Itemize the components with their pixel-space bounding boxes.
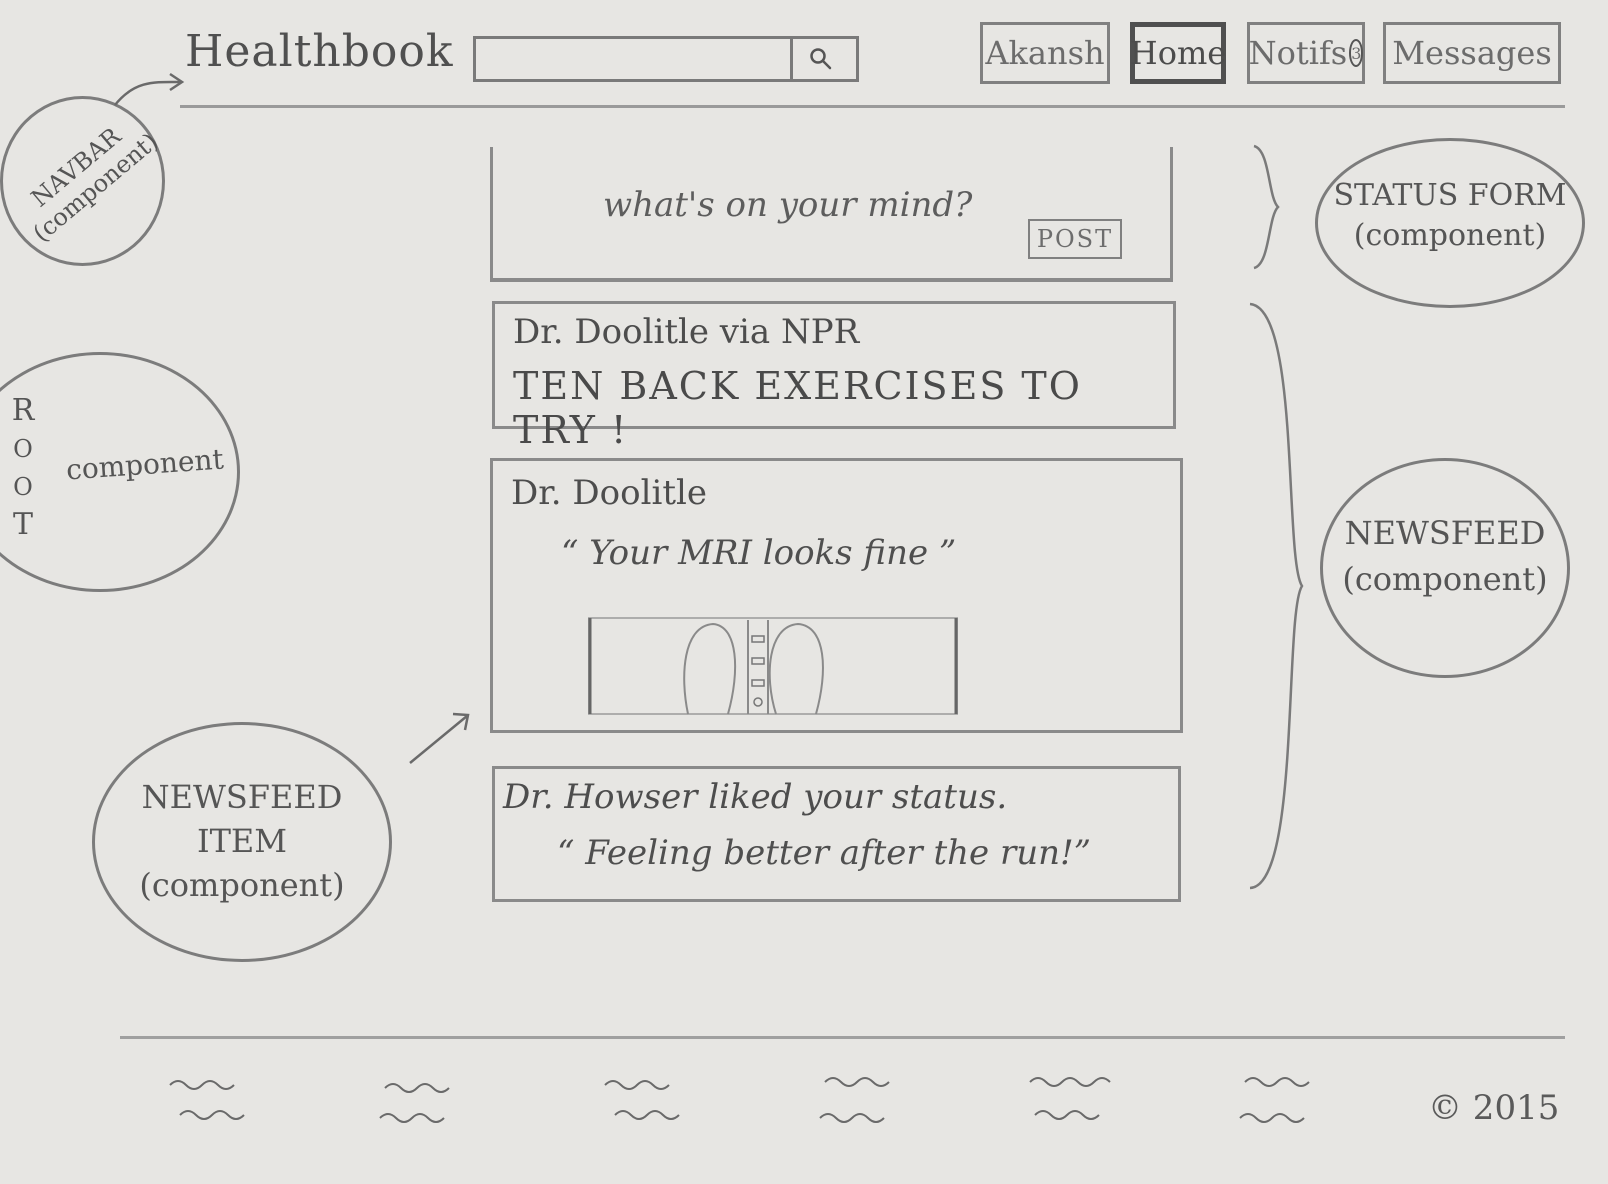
notifs-count-badge: 3: [1349, 39, 1364, 67]
newsfeed-item-annotation-title: NEWSFEED: [141, 778, 343, 816]
newsfeed-item-annotation-item: ITEM: [196, 822, 288, 860]
status-form-annotation-title: STATUS FORM: [1333, 178, 1567, 213]
newsfeed-item[interactable]: Dr. Doolitle via NPR TEN BACK EXERCISES …: [492, 301, 1176, 452]
status-input[interactable]: what's on your mind?: [603, 185, 972, 225]
newsfeed-annotation-title: NEWSFEED: [1344, 514, 1546, 552]
nav-home-button[interactable]: Home: [1130, 22, 1226, 84]
newsfeed-item[interactable]: Dr. Howser liked your status. “ Feeling …: [492, 766, 1181, 902]
item-author: Dr. Doolitle via NPR: [513, 312, 860, 352]
nav-messages-button[interactable]: Messages: [1383, 22, 1561, 84]
nav-user-button[interactable]: Akansh: [980, 22, 1110, 84]
search-button[interactable]: [786, 39, 856, 79]
navbar-arrow: [114, 72, 185, 106]
nav-messages-label: Messages: [1392, 34, 1552, 72]
root-letter: T: [12, 507, 33, 542]
status-form-brace: [1253, 144, 1280, 270]
status-form-annotation-subtitle: (component): [1353, 218, 1547, 253]
nav-home-label: Home: [1129, 34, 1227, 72]
root-letter: O: [13, 435, 33, 463]
footer-copyright: © 2015: [1428, 1088, 1560, 1128]
nav-user-label: Akansh: [985, 34, 1105, 72]
root-letter: O: [13, 473, 33, 501]
mri-scan-image[interactable]: [588, 616, 958, 716]
navbar-divider: [180, 105, 1565, 108]
status-form-annotation: STATUS FORM (component): [1330, 176, 1570, 256]
newsfeed-item[interactable]: Dr. Doolitle “ Your MRI looks fine ”: [490, 458, 1183, 733]
item-quote: “ Feeling better after the run!”: [557, 833, 1092, 873]
search-icon: [810, 48, 832, 70]
newsfeed-annotation-subtitle: (component): [1342, 560, 1548, 598]
search-input[interactable]: [476, 39, 793, 81]
footer-divider: [120, 1036, 1565, 1039]
brand-logo[interactable]: Healthbook: [185, 26, 454, 77]
status-form: what's on your mind? POST: [490, 147, 1173, 282]
root-annotation-letters: R O O T: [8, 392, 38, 544]
nav-notifs-label: Notifs: [1248, 34, 1348, 72]
item-author: Dr. Howser liked your status.: [503, 777, 1008, 817]
root-letter: R: [11, 393, 35, 428]
item-body: TEN BACK EXERCISES TO TRY !: [513, 364, 1082, 452]
post-button[interactable]: POST: [1028, 219, 1122, 259]
newsfeed-annotation: NEWSFEED (component): [1335, 510, 1555, 602]
newsfeed-item-arrow: [409, 712, 470, 764]
search-bar: [473, 36, 859, 82]
item-quote: “ Your MRI looks fine ”: [561, 533, 957, 573]
footer-links-placeholder[interactable]: [160, 1070, 1400, 1140]
nav-notifs-button[interactable]: Notifs 3: [1247, 22, 1365, 84]
newsfeed-brace: [1249, 302, 1304, 890]
newsfeed-item-annotation: NEWSFEED ITEM (component): [112, 775, 372, 907]
newsfeed-item-annotation-subtitle: (component): [139, 866, 345, 904]
item-author: Dr. Doolitle: [511, 473, 707, 513]
